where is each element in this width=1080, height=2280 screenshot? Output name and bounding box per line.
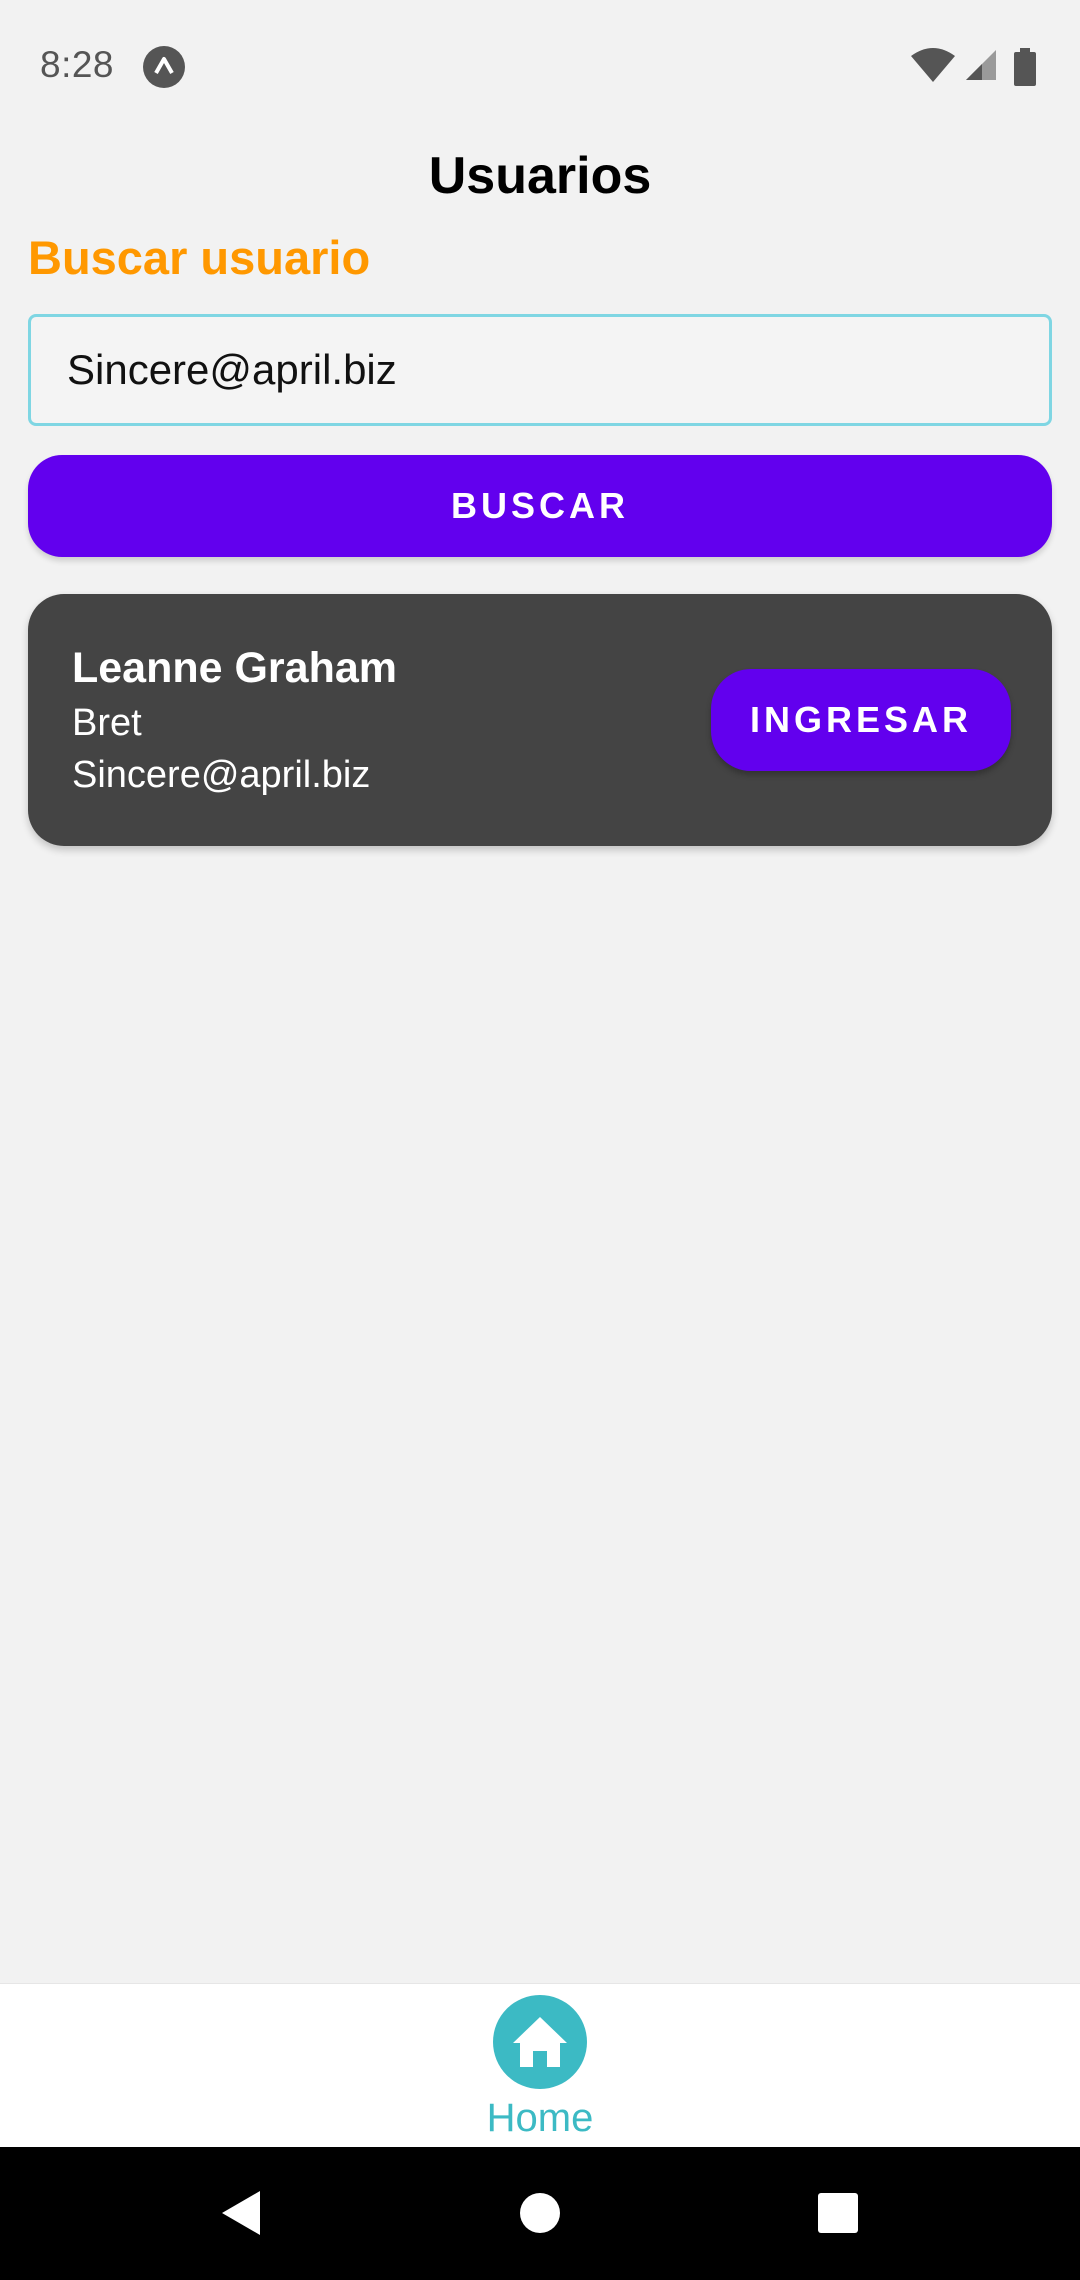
system-nav-bar <box>0 2147 1080 2280</box>
user-name: Leanne Graham <box>72 644 397 692</box>
recents-icon[interactable] <box>808 2183 868 2243</box>
status-icons <box>910 48 1040 88</box>
app-screen: 8:28 Usuarios Buscar usuario BUSCAR <box>0 0 1080 2280</box>
status-time: 8:28 <box>40 44 115 85</box>
battery-icon <box>1014 48 1036 86</box>
bottom-tab-bar: Home <box>0 1983 1080 2148</box>
home-circle-icon[interactable] <box>510 2183 570 2243</box>
search-label: Buscar usuario <box>28 231 371 284</box>
search-button[interactable]: BUSCAR <box>28 455 1052 557</box>
user-email: Sincere@april.biz <box>72 754 371 796</box>
user-card: Leanne Graham Bret Sincere@april.biz ING… <box>28 594 1052 846</box>
status-bar: 8:28 <box>0 0 1080 136</box>
tab-home-label: Home <box>486 2096 594 2140</box>
home-icon <box>493 1995 587 2089</box>
wifi-icon <box>911 48 955 82</box>
user-username: Bret <box>72 702 142 744</box>
signal-icon <box>966 50 996 80</box>
expo-caret-icon <box>142 45 186 89</box>
tab-home[interactable]: Home <box>440 1984 640 2148</box>
enter-button[interactable]: INGRESAR <box>711 669 1011 771</box>
search-input[interactable] <box>28 314 1052 426</box>
page-title: Usuarios <box>428 147 652 205</box>
back-icon[interactable] <box>214 2183 274 2243</box>
